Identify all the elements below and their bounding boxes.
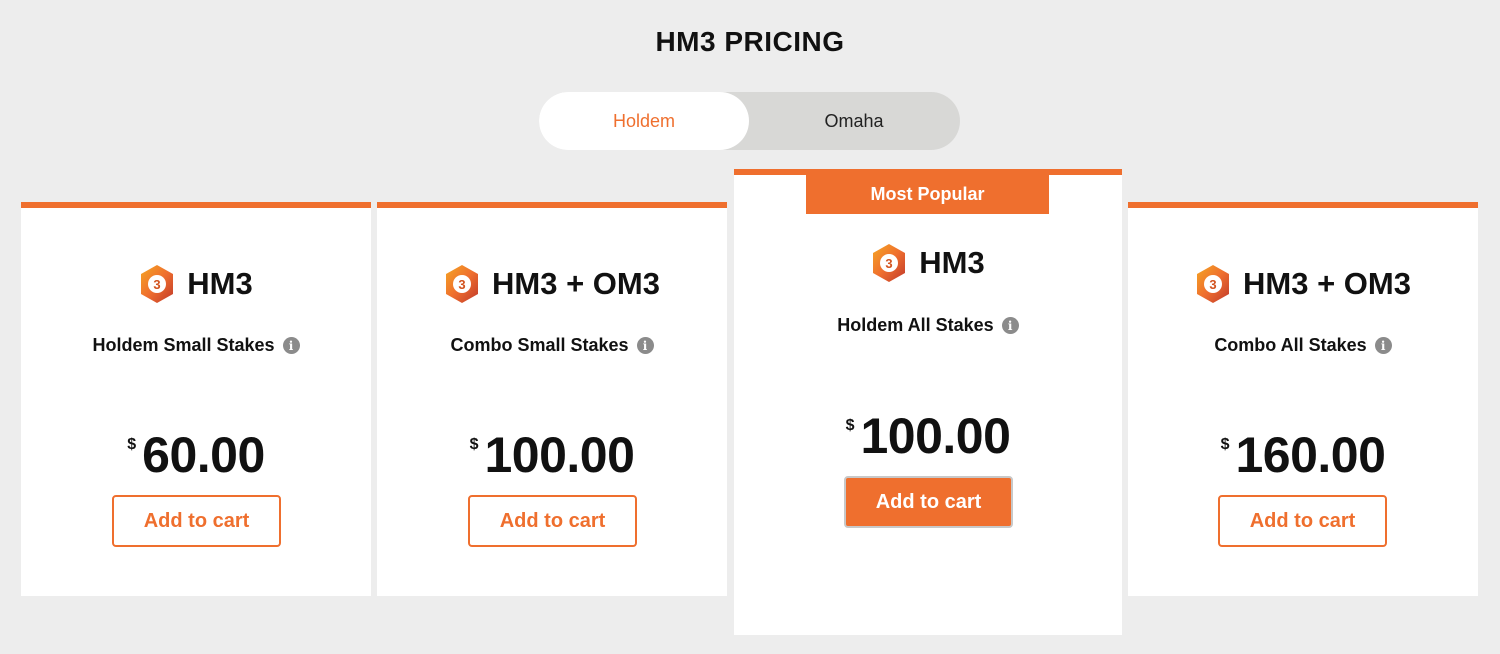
pricing-card-combo-small-stakes: 3 HM3 + OM3 Combo Small Stakes i $ 100.0… (377, 202, 727, 596)
price-amount: 100.00 (860, 408, 1011, 464)
product-name: HM3 (919, 245, 985, 280)
plan-row: Combo Small Stakes i (377, 335, 727, 356)
info-icon[interactable]: i (1001, 317, 1019, 334)
svg-text:3: 3 (458, 277, 465, 292)
hm3-logo-icon: 3 (141, 265, 174, 303)
price: $ 60.00 (21, 430, 371, 480)
most-popular-badge: Most Popular (806, 175, 1049, 214)
card-header: 3 HM3 + OM3 (377, 264, 727, 304)
price-amount: 60.00 (142, 427, 265, 483)
svg-text:3: 3 (886, 256, 893, 271)
product-name: HM3 + OM3 (1243, 266, 1411, 301)
currency-symbol: $ (127, 436, 137, 453)
add-to-cart-button[interactable]: Add to cart (1218, 495, 1387, 547)
price: $ 160.00 (1128, 430, 1478, 480)
info-icon[interactable]: i (282, 337, 300, 354)
hm3-logo-icon: 3 (873, 244, 906, 282)
pricing-card-combo-all-stakes: 3 HM3 + OM3 Combo All Stakes i $ 160.00 … (1128, 202, 1478, 596)
plan-name: Combo Small Stakes (450, 335, 629, 355)
card-header: 3 HM3 (734, 243, 1122, 283)
currency-symbol: $ (845, 417, 855, 434)
svg-text:3: 3 (1209, 277, 1216, 292)
product-name: HM3 + OM3 (492, 266, 660, 301)
card-header: 3 HM3 + OM3 (1128, 264, 1478, 304)
hm3-logo-icon: 3 (1197, 265, 1230, 303)
price-amount: 160.00 (1235, 427, 1386, 483)
card-header: 3 HM3 (21, 264, 371, 304)
info-icon[interactable]: i (636, 337, 654, 354)
price-amount: 100.00 (484, 427, 635, 483)
add-to-cart-button[interactable]: Add to cart (844, 476, 1013, 528)
tab-holdem[interactable]: Holdem (539, 92, 749, 150)
price: $ 100.00 (734, 411, 1122, 461)
price: $ 100.00 (377, 430, 727, 480)
currency-symbol: $ (469, 436, 479, 453)
plan-row: Holdem All Stakes i (734, 315, 1122, 336)
add-to-cart-button[interactable]: Add to cart (112, 495, 281, 547)
plan-row: Combo All Stakes i (1128, 335, 1478, 356)
plan-name: Combo All Stakes (1214, 335, 1367, 355)
hm3-logo-icon: 3 (446, 265, 479, 303)
plan-row: Holdem Small Stakes i (21, 335, 371, 356)
page-title: HM3 PRICING (655, 26, 845, 57)
pricing-card-holdem-all-stakes: Most Popular 3 HM3 Holdem All Stakes i $… (734, 169, 1122, 635)
info-icon[interactable]: i (1374, 337, 1392, 354)
game-type-toggle: Holdem Omaha (539, 92, 960, 150)
product-name: HM3 (187, 266, 253, 301)
add-to-cart-button[interactable]: Add to cart (468, 495, 637, 547)
tab-omaha[interactable]: Omaha (749, 92, 959, 150)
svg-text:3: 3 (154, 277, 161, 292)
plan-name: Holdem All Stakes (837, 315, 994, 335)
pricing-card-holdem-small-stakes: 3 HM3 Holdem Small Stakes i $ 60.00 Add … (21, 202, 371, 596)
plan-name: Holdem Small Stakes (92, 335, 275, 355)
currency-symbol: $ (1220, 436, 1230, 453)
